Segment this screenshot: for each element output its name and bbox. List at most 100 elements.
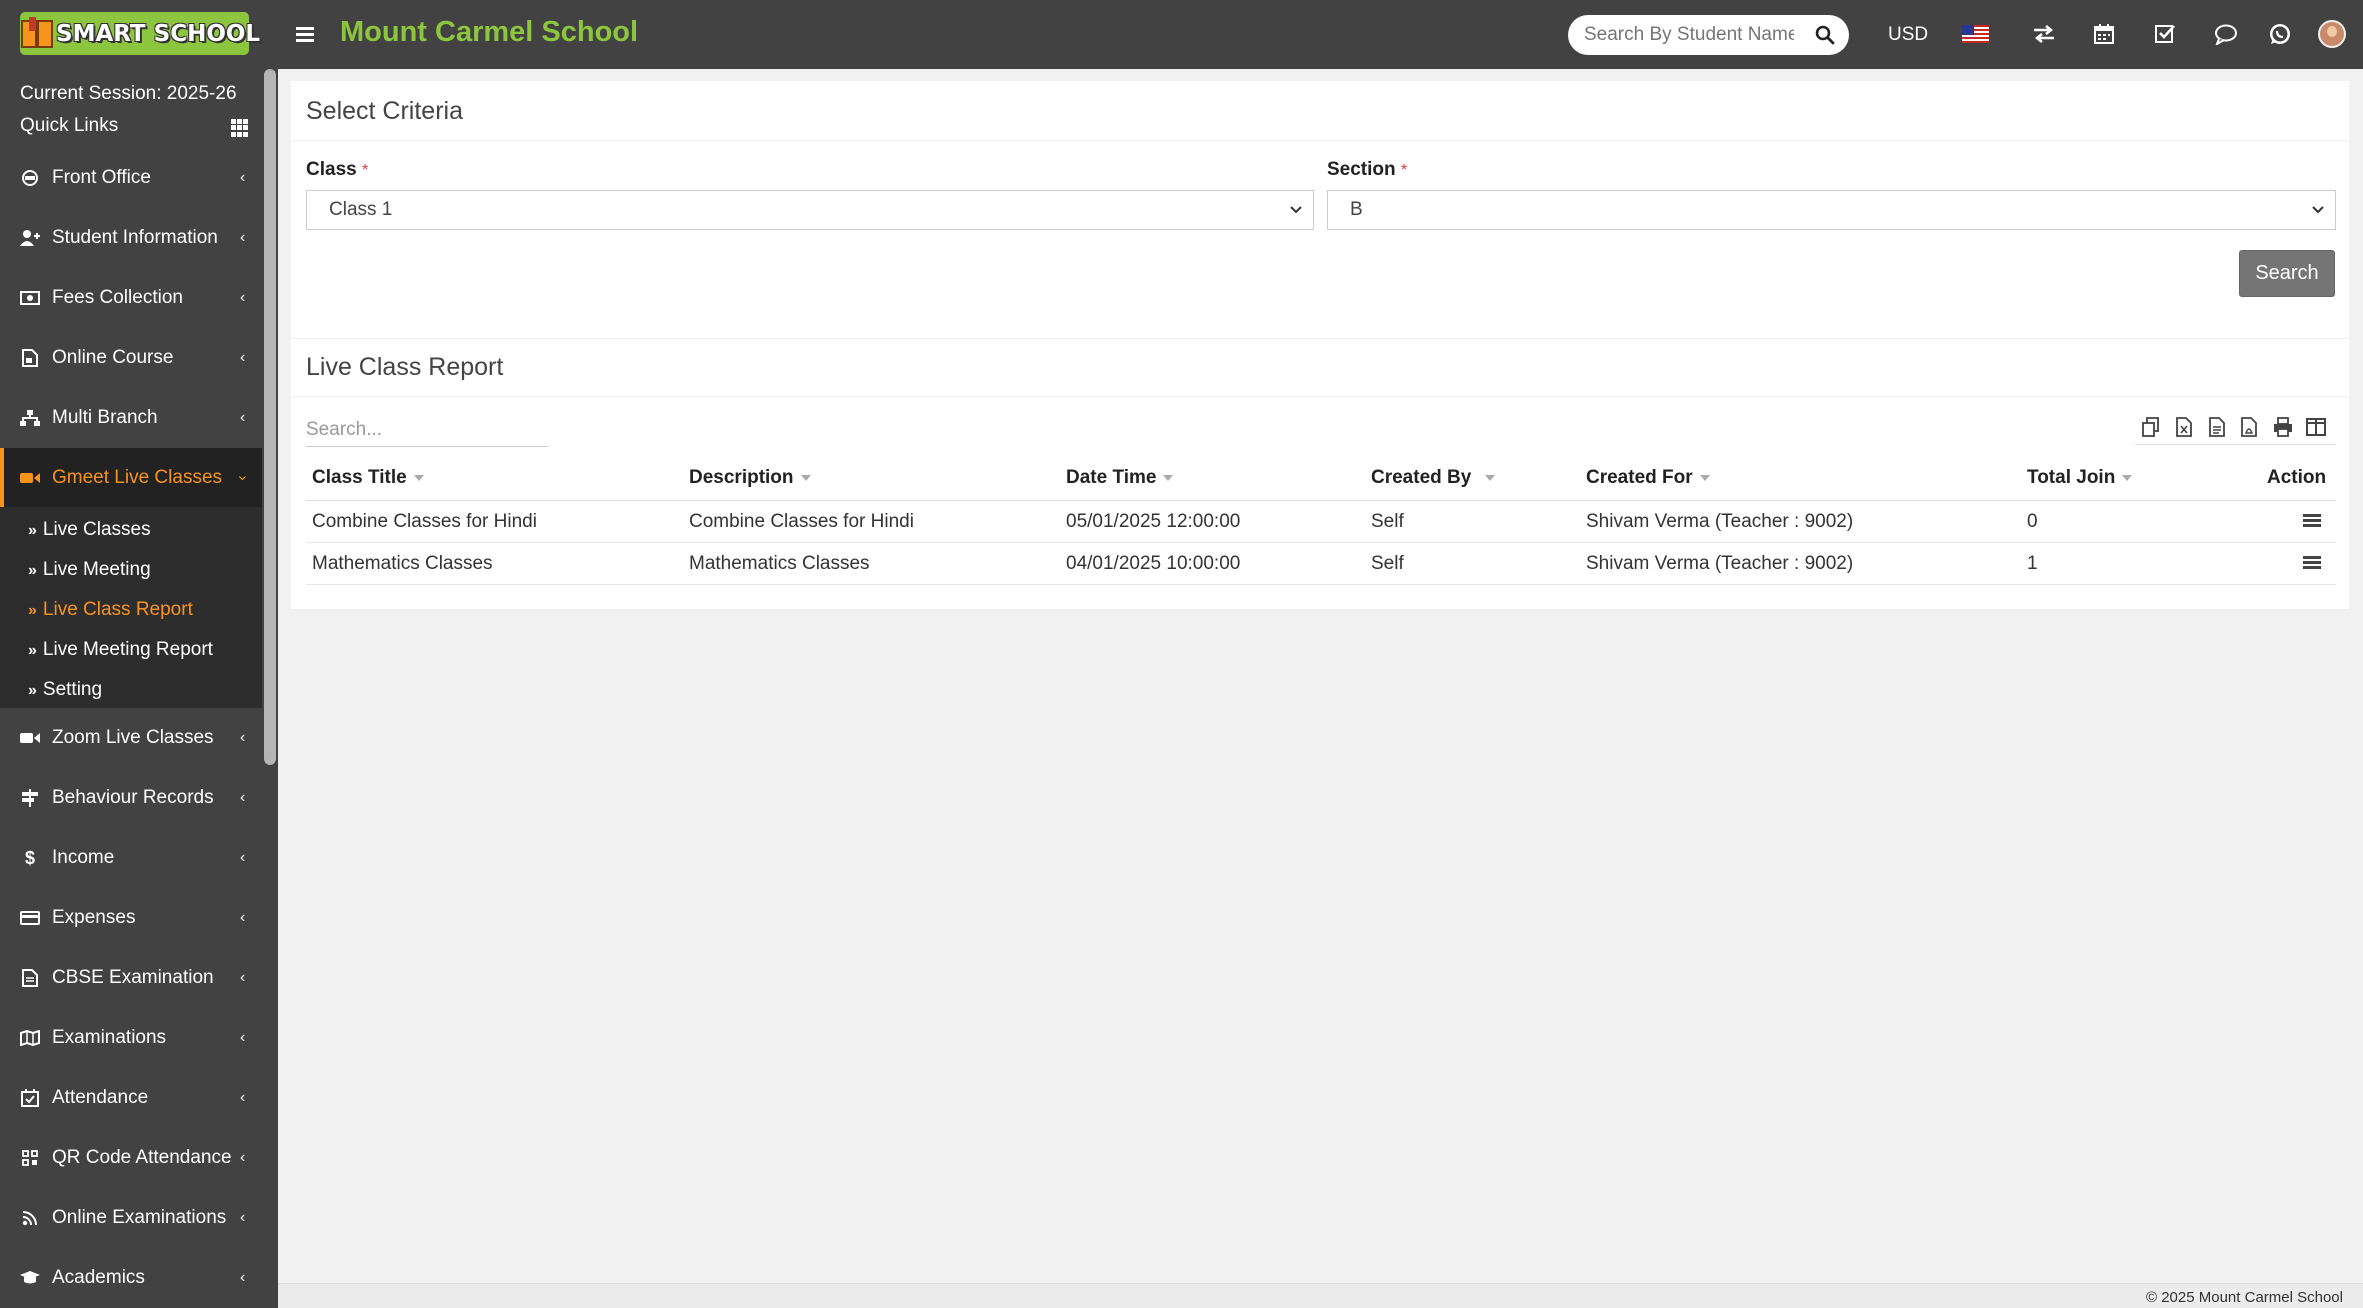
cell-class-title: Combine Classes for Hindi (312, 511, 537, 532)
column-label: Total Join (2027, 467, 2116, 488)
chevron-left-icon: ‹ (240, 1209, 246, 1226)
submenu-item-live-classes[interactable]: » Live Classes (28, 519, 151, 541)
submenu-label: Live Classes (42, 519, 151, 540)
column-label: Class Title (312, 467, 407, 488)
sidebar-item-label: Fees Collection (52, 287, 183, 308)
video-icon (20, 728, 40, 748)
cell-created-for: Shivam Verma (Teacher : 9002) (1586, 553, 1854, 574)
task-check-icon[interactable] (2151, 20, 2179, 48)
class-label: Class * (306, 159, 368, 181)
cell-total-join: 0 (2027, 511, 2038, 532)
column-header-description[interactable]: Description (689, 467, 811, 489)
column-header-date-time[interactable]: Date Time (1066, 467, 1174, 489)
table-search-input[interactable]: Search... (306, 412, 548, 447)
sidebar-item-label: Front Office (52, 167, 151, 188)
columns-icon[interactable] (2305, 416, 2327, 438)
required-mark: * (1400, 162, 1408, 179)
sort-icon (800, 474, 811, 481)
sidebar-item-online-course[interactable]: Online Course ‹ (0, 328, 262, 388)
column-header-action: Action (2267, 467, 2327, 488)
student-search (1568, 15, 1849, 55)
column-label: Created For (1586, 467, 1693, 488)
chevron-down-icon (1290, 206, 1302, 214)
file-text-icon (20, 968, 40, 988)
sidebar-item-multi-branch[interactable]: Multi Branch ‹ (0, 388, 262, 448)
chat-icon[interactable] (2212, 20, 2240, 48)
sidebar-item-expenses[interactable]: Expenses ‹ (0, 888, 262, 948)
switch-icon[interactable] (2030, 20, 2058, 48)
search-button[interactable]: Search (2239, 250, 2335, 297)
sidebar-item-examinations[interactable]: Examinations ‹ (0, 1008, 262, 1068)
sidebar-item-label: QR Code Attendance (52, 1147, 232, 1168)
copyright-text: © 2025 Mount Carmel School (2146, 1289, 2343, 1306)
currency-selector[interactable]: USD (1888, 24, 1928, 46)
sort-icon (1485, 474, 1496, 481)
column-header-created-by[interactable]: Created By (1371, 467, 1496, 489)
user-avatar[interactable] (2318, 20, 2346, 48)
sidebar-item-front-office[interactable]: Front Office ‹ (0, 148, 262, 208)
column-header-total-join[interactable]: Total Join (2027, 467, 2133, 489)
logo-book-icon (20, 12, 56, 55)
cell-description: Combine Classes for Hindi (689, 511, 914, 532)
sidebar-item-online-examinations[interactable]: Online Examinations ‹ (0, 1188, 262, 1248)
calendar-icon[interactable] (2090, 20, 2118, 48)
sidebar-item-income[interactable]: $ Income ‹ (0, 828, 262, 888)
sidebar-item-academics[interactable]: Academics ‹ (0, 1248, 262, 1308)
sidebar-item-attendance[interactable]: Attendance ‹ (0, 1068, 262, 1128)
sidebar-item-cbse-examination[interactable]: CBSE Examination ‹ (0, 948, 262, 1008)
grid-icon[interactable] (231, 119, 249, 137)
row-divider (306, 542, 2336, 543)
divider (291, 396, 2349, 397)
pdf-icon[interactable] (2238, 416, 2260, 438)
search-icon[interactable] (1815, 25, 1835, 45)
cell-total-join: 1 (2027, 553, 2038, 574)
submenu-item-live-meeting[interactable]: » Live Meeting (28, 559, 151, 581)
sidebar-item-behaviour-records[interactable]: Behaviour Records ‹ (0, 768, 262, 828)
top-header: SMART SCHOOL Mount Carmel School USD (0, 0, 2363, 69)
graduation-cap-icon (20, 1268, 40, 1288)
us-flag-icon[interactable] (1961, 20, 1989, 48)
sidebar-scrollbar[interactable] (264, 69, 276, 765)
sidebar-item-zoom-live-classes[interactable]: Zoom Live Classes ‹ (0, 708, 262, 768)
chevron-down-icon: ‹ (233, 475, 251, 481)
column-label: Date Time (1066, 467, 1157, 488)
submenu-item-live-class-report[interactable]: » Live Class Report (28, 599, 193, 621)
chevron-left-icon: ‹ (240, 789, 246, 806)
whatsapp-icon[interactable] (2266, 20, 2294, 48)
csv-icon[interactable] (2206, 416, 2228, 438)
print-icon[interactable] (2272, 416, 2294, 438)
double-chevron-icon: » (28, 682, 37, 699)
sidebar-item-label: Income (52, 847, 115, 868)
copy-icon[interactable] (2140, 416, 2162, 438)
video-icon (20, 468, 40, 488)
required-mark: * (361, 162, 369, 179)
column-header-created-for[interactable]: Created For (1586, 467, 1710, 489)
active-indicator (0, 448, 4, 508)
excel-icon[interactable] (2173, 416, 2195, 438)
submenu-item-live-meeting-report[interactable]: » Live Meeting Report (28, 639, 213, 661)
section-select[interactable]: B (1327, 190, 2336, 230)
sidebar-item-label: Gmeet Live Classes (52, 467, 223, 488)
list-icon[interactable] (2303, 556, 2321, 572)
current-session: Current Session: 2025-26 (20, 83, 237, 104)
quick-links[interactable]: Quick Links (20, 115, 118, 137)
submenu-item-setting[interactable]: » Setting (28, 679, 102, 701)
sidebar-item-fees-collection[interactable]: Fees Collection ‹ (0, 268, 262, 328)
cell-created-by: Self (1371, 553, 1404, 574)
menu-toggle-icon[interactable] (296, 24, 318, 44)
section-select-value: B (1350, 199, 1363, 220)
sidebar-item-student-information[interactable]: Student Information ‹ (0, 208, 262, 268)
class-select[interactable]: Class 1 (306, 190, 1314, 230)
list-icon[interactable] (2303, 514, 2321, 530)
sidebar-item-qr-code-attendance[interactable]: QR Code Attendance ‹ (0, 1128, 262, 1188)
sidebar-item-gmeet-live-classes[interactable]: Gmeet Live Classes ‹ (0, 448, 262, 508)
sidebar-item-label: CBSE Examination (52, 967, 214, 988)
student-search-input[interactable] (1584, 15, 1794, 55)
submenu-label: Setting (42, 679, 103, 700)
column-header-class-title[interactable]: Class Title (312, 467, 424, 489)
cell-description: Mathematics Classes (689, 553, 870, 574)
logo-text: SMART SCHOOL (56, 20, 261, 47)
logo[interactable]: SMART SCHOOL (20, 12, 260, 55)
sidebar-item-label: Examinations (52, 1027, 167, 1048)
chevron-left-icon: ‹ (240, 849, 246, 866)
